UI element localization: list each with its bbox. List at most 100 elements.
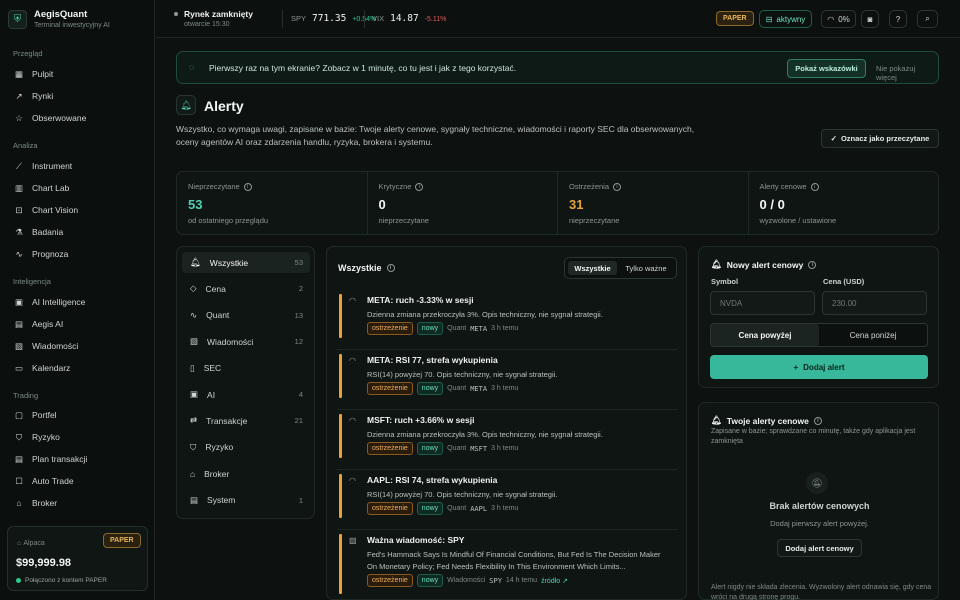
sidebar-item-label: Badania — [32, 227, 64, 237]
seg-important[interactable]: Tylko ważne — [618, 261, 674, 275]
direction-toggle: Cena powyżej Cena poniżej — [710, 323, 928, 347]
category-sec[interactable]: ▯ SEC — [182, 358, 310, 379]
category-count: 1 — [298, 495, 303, 505]
panel-title-text: Twoje alerty cenowe — [726, 415, 809, 426]
sidebar-item-obserwowane[interactable]: ☆ Obserwowane — [7, 109, 147, 127]
gauge-icon: ◠ — [827, 14, 835, 24]
stat-label: Krytyczne i — [379, 182, 424, 191]
category-label: Cena — [205, 283, 226, 294]
info-icon[interactable]: i — [613, 182, 622, 191]
alert-time: 3 h temu — [491, 445, 519, 452]
banner-text: Pierwszy raz na tym ekranie? Zobacz w 1 … — [209, 63, 517, 73]
category-count: 13 — [294, 310, 303, 320]
add-price-alert-button[interactable]: Dodaj alert cenowy — [777, 539, 862, 557]
filter-segmented-control: Wszystkie Tylko ważne — [564, 257, 677, 279]
alerts-list: Wszystkie i Wszystkie Tylko ważne ◠ META: … — [326, 246, 687, 600]
divider — [364, 10, 365, 28]
account-card[interactable]: ⌂ Alpaca PAPER $99,999.98 Połączono z ko… — [7, 526, 148, 591]
severity-badge: ostrzeżenie — [367, 502, 413, 515]
alert-symbol[interactable]: META — [470, 385, 487, 393]
above-option[interactable]: Cena powyżej — [711, 324, 819, 346]
sidebar-item-plan-transakcji[interactable]: ▤ Plan transakcji — [7, 450, 147, 468]
ticker-price: 14.87 — [390, 13, 419, 24]
alert-item[interactable]: ◠ MSFT: ruch +3.66% w sesji Dzienna zmiana… — [337, 412, 678, 470]
alert-tags: ostrzeżenie nowy Quant MSFT 3 h temu — [367, 442, 518, 455]
dismiss-banner-link[interactable]: Nie pokazuj więcej — [876, 64, 938, 82]
severity-bar — [339, 474, 342, 518]
sidebar-item-label: Ryzyko — [32, 432, 60, 442]
add-alert-button[interactable]: + Dodaj alert — [710, 355, 928, 379]
seg-all[interactable]: Wszystkie — [568, 261, 617, 275]
info-icon[interactable]: i — [808, 260, 817, 269]
category-quant[interactable]: ∿ Quant 13 — [182, 305, 310, 326]
info-icon[interactable]: i — [243, 182, 252, 191]
category-cena[interactable]: ◇ Cena 2 — [182, 278, 310, 299]
engine-status-button[interactable]: ⊟ aktywny — [759, 10, 812, 28]
help-button[interactable]: ? — [889, 10, 907, 28]
sidebar-item-rynki[interactable]: ↗ Rynki — [7, 87, 147, 105]
category-broker[interactable]: ⌂ Broker — [182, 463, 310, 484]
news-icon: ▧ — [14, 340, 24, 351]
alert-time: 3 h temu — [491, 385, 519, 392]
alert-title: AAPL: RSI 74, strefa wykupienia — [367, 475, 498, 485]
status-dot-icon — [174, 12, 178, 16]
alert-symbol[interactable]: META — [470, 325, 487, 333]
sidebar-item-label: Rynki — [32, 91, 54, 101]
category-label: AI — [207, 389, 216, 400]
ticker-vix[interactable]: VIX 14.87 -5.11% — [372, 13, 446, 24]
sidebar-item-wiadomosci[interactable]: ▧ Wiadomości — [7, 337, 147, 355]
info-icon[interactable]: i — [386, 264, 395, 272]
paper-mode-badge[interactable]: PAPER — [716, 11, 754, 26]
sidebar-item-broker[interactable]: ⌂ Broker — [7, 494, 147, 512]
source-link[interactable]: źródło ↗ — [541, 577, 568, 585]
empty-title: Brak alertów cenowych — [769, 501, 870, 511]
below-option[interactable]: Cena poniżej — [819, 324, 927, 346]
category-system[interactable]: ▤ System 1 — [182, 490, 310, 511]
info-icon[interactable]: i — [415, 182, 424, 191]
gauge-icon: ◠ — [349, 296, 356, 305]
info-icon[interactable]: i — [810, 182, 819, 191]
sidebar-item-pulpit[interactable]: ▦ Pulpit — [7, 65, 147, 83]
mark-read-label: Oznacz jako przeczytane — [840, 134, 930, 143]
sidebar-item-ryzyko[interactable]: ⛉ Ryzyko — [7, 428, 147, 446]
show-tips-button[interactable]: Pokaż wskazówki — [787, 59, 866, 78]
mark-read-button[interactable]: ✓ Oznacz jako przeczytane — [821, 129, 939, 148]
alert-item[interactable]: ◠ AAPL: RSI 74, strefa wykupienia RSI(14) … — [337, 472, 678, 530]
sidebar-item-chart-lab[interactable]: ▥ Chart Lab — [7, 179, 147, 197]
risk-gauge-button[interactable]: ◠ 0% — [821, 10, 856, 28]
sidebar-item-aegis-ai[interactable]: ▤ Aegis AI — [7, 315, 147, 333]
alert-item[interactable]: ◠ META: ruch -3.33% w sesji Dzienna zmiana… — [337, 292, 678, 350]
chip-icon: ▣ — [190, 389, 199, 399]
page-description: Wszystko, co wymaga uwagi, zapisane w ba… — [176, 124, 695, 147]
sidebar-item-kalendarz[interactable]: ▭ Kalendarz — [7, 359, 147, 377]
price-input[interactable]: 230.00 — [822, 291, 927, 315]
alert-title: MSFT: ruch +3.66% w sesji — [367, 415, 475, 425]
alert-symbol[interactable]: SPY — [489, 577, 502, 585]
symbol-input[interactable]: NVDA — [710, 291, 815, 315]
sidebar-item-auto-trade[interactable]: ☐ Auto Trade — [7, 472, 147, 490]
alert-symbol[interactable]: AAPL — [470, 505, 487, 513]
info-icon[interactable]: i — [813, 416, 822, 425]
search-button[interactable]: ⌕ — [917, 10, 938, 28]
category-transakcje[interactable]: ⇄ Transakcje 21 — [182, 410, 310, 431]
alert-symbol[interactable]: MSFT — [470, 445, 487, 453]
sidebar-item-label: Wiadomości — [32, 341, 79, 351]
category-wiadomości[interactable]: ▧ Wiadomości 12 — [182, 331, 310, 352]
sidebar-item-instrument[interactable]: ⟋ Instrument — [7, 157, 147, 175]
alert-item[interactable]: ◠ META: RSI 77, strefa wykupienia RSI(14) … — [337, 352, 678, 410]
category-ryzyko[interactable]: ⛉ Ryzyko — [182, 437, 310, 458]
alert-item[interactable]: ▧ Ważna wiadomość: SPY Fed's Hammack Says … — [337, 532, 678, 599]
sidebar-item-chart-vision[interactable]: ⊡ Chart Vision — [7, 201, 147, 219]
brand[interactable]: ⛨ AegisQuant Terminal inwestycyjny AI — [8, 9, 110, 29]
category-wszystkie[interactable]: 🔔︎ Wszystkie 53 — [182, 252, 310, 273]
brand-subtitle: Terminal inwestycyjny AI — [34, 22, 110, 29]
sidebar-item-badania[interactable]: ⚗ Badania — [7, 223, 147, 241]
camera-button[interactable]: ◙ — [861, 10, 879, 28]
sidebar-item-prognoza[interactable]: ∿ Prognoza — [7, 245, 147, 263]
sidebar-item-ai-intelligence[interactable]: ▣ AI Intelligence — [7, 293, 147, 311]
nav-section-title: Przegląd — [13, 49, 43, 58]
sidebar-item-label: Broker — [32, 498, 58, 508]
category-ai[interactable]: ▣ AI 4 — [182, 384, 310, 405]
risk-gauge-value: 0% — [838, 14, 850, 24]
sidebar-item-portfel[interactable]: ▢ Portfel — [7, 406, 147, 424]
